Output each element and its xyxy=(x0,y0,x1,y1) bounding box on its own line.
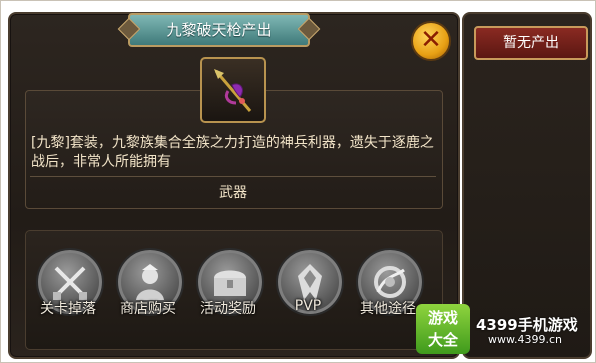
treasure-chest-icon xyxy=(214,270,246,296)
merchant-icon xyxy=(136,264,164,300)
crossed-swords-icon xyxy=(53,266,87,300)
spear-icon xyxy=(214,69,252,112)
no-output-button[interactable]: 暂无产出 xyxy=(474,26,588,60)
watermark-logo: 游戏 大全 xyxy=(416,304,470,354)
watermark-url: www.4399.cn xyxy=(488,333,562,346)
dialog-title: 九黎破天枪产出 xyxy=(128,13,310,47)
watermark-logo-line2: 大全 xyxy=(427,331,458,349)
source-label-event: 活动奖励 xyxy=(200,301,256,317)
source-label-stage-drop: 关卡掉落 xyxy=(40,301,96,317)
source-label-pvp: PVP xyxy=(294,298,322,314)
pvp-emblem-icon xyxy=(298,264,322,300)
item-description: [九黎]套装，九黎族集合全族之力打造的神兵利器，遗失于逐鹿之战后，非常人所能拥有 xyxy=(31,135,434,170)
item-type-label: 武器 xyxy=(219,185,247,201)
watermark-logo-line1: 游戏 xyxy=(427,309,458,327)
watermark-brand: 4399手机游戏 xyxy=(476,316,578,334)
close-icon[interactable]: ✕ xyxy=(411,21,451,61)
wing-shield-icon xyxy=(374,266,406,298)
output-side-panel xyxy=(462,12,592,359)
divider xyxy=(30,176,436,177)
source-label-shop: 商店购买 xyxy=(120,301,176,317)
item-slot[interactable] xyxy=(200,57,266,123)
